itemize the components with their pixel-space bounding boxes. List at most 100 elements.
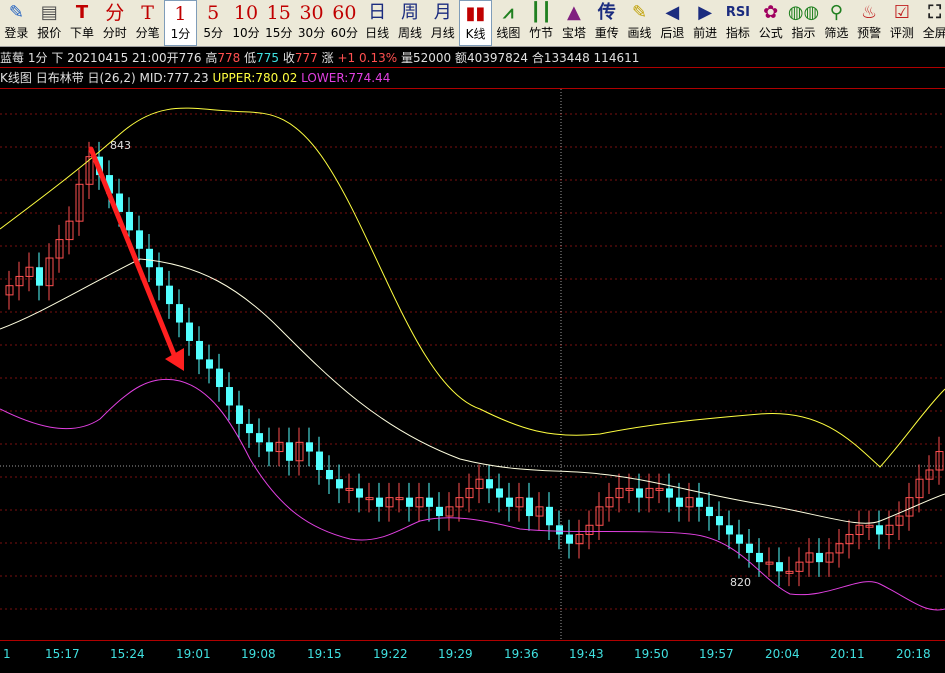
period-30min-button[interactable]: 30 30分: [295, 0, 328, 46]
time-tick-label: 15:17: [45, 647, 80, 661]
candle-down: [746, 543, 753, 553]
candle-down: [146, 248, 153, 268]
chart-type-label[interactable]: K线图: [0, 71, 32, 85]
bamboo-button[interactable]: ┃┃ 竹节: [525, 0, 558, 46]
formula-icon: ✿: [763, 2, 779, 23]
time-tick-label: 19:36: [504, 647, 539, 661]
kline-icon: ▮▮: [465, 3, 486, 24]
period-15min-label: 15分: [265, 26, 293, 40]
candle-down: [506, 497, 513, 507]
change-label: 涨: [321, 51, 334, 65]
period-month-icon: 月: [433, 2, 452, 23]
low-value: 775: [256, 51, 280, 65]
volume-value: 52000: [412, 51, 452, 65]
extra-value: 114611: [593, 51, 640, 65]
candle-down: [756, 552, 763, 563]
indicator-name[interactable]: 日布林带: [36, 71, 84, 85]
candle-down: [226, 387, 233, 406]
period-5min-label: 5分: [203, 26, 223, 40]
time-tick-label: 19:57: [699, 647, 734, 661]
low-mark-label: 820: [730, 576, 751, 589]
back-button[interactable]: ◀ 后退: [656, 0, 689, 46]
reload-button[interactable]: 传重传: [590, 0, 623, 46]
low-label: 低: [244, 51, 257, 65]
candle-down: [876, 525, 883, 535]
forward-button[interactable]: ▶ 前进: [689, 0, 722, 46]
period-10min-button[interactable]: 10 10分: [230, 0, 263, 46]
order-label: 下单: [69, 26, 94, 40]
period-week-label: 周线: [397, 26, 422, 40]
candle-down: [36, 267, 43, 286]
high-label: 高: [205, 51, 218, 65]
indicator-button[interactable]: RSI 指标: [722, 0, 755, 46]
fullscreen-button[interactable]: ⛶ 全屏: [918, 0, 945, 46]
back-label: 后退: [660, 26, 685, 40]
filter-icon: ⚲: [829, 2, 843, 23]
linechart-icon: ⩘: [503, 2, 514, 23]
period-15min-button[interactable]: 15 15分: [262, 0, 295, 46]
mid-label: MID:: [139, 71, 167, 85]
candle-down: [556, 525, 563, 535]
time-tick-label: 15:24: [110, 647, 145, 661]
tick-button[interactable]: T 分笔: [131, 0, 164, 46]
candle-down: [196, 340, 203, 360]
bamboo-icon: ┃┃: [530, 2, 552, 23]
kline-chart[interactable]: [0, 89, 945, 640]
period-60min-label: 60分: [330, 26, 358, 40]
indicate-icon: ◍◍: [787, 2, 820, 23]
draw-icon: ✎: [631, 2, 648, 23]
period-1min-button[interactable]: 1 1分: [163, 0, 197, 46]
login-button[interactable]: ✎ 登录: [0, 0, 33, 46]
time-tick-label: 19:43: [569, 647, 604, 661]
lower-value: 774.44: [348, 71, 391, 85]
draw-button[interactable]: ✎ 画线: [623, 0, 656, 46]
period-5min-button[interactable]: 5 5分: [197, 0, 230, 46]
kline-button[interactable]: ▮▮ K线: [459, 0, 492, 46]
period-10min-icon: 10: [233, 2, 259, 24]
alert-button[interactable]: ♨ 预警: [853, 0, 886, 46]
candle-down: [776, 562, 783, 572]
candle-down: [726, 525, 733, 535]
high-value: 778: [217, 51, 241, 65]
period-month-button[interactable]: 月月线: [426, 0, 459, 46]
tower-button[interactable]: ▲ 宝塔: [558, 0, 591, 46]
period-name: 1分: [27, 51, 48, 65]
formula-button[interactable]: ✿ 公式: [754, 0, 787, 46]
timeshare-icon: 分: [105, 2, 125, 24]
period-month-label: 月线: [430, 26, 455, 40]
candle-down: [676, 497, 683, 507]
period-1min-icon: 1: [174, 3, 187, 25]
timeshare-button[interactable]: 分分时: [98, 0, 131, 46]
close-label: 收: [282, 51, 295, 65]
indicator-icon: RSI: [725, 5, 751, 20]
candle-down: [306, 442, 313, 452]
timeshare-label: 分时: [102, 26, 127, 40]
candle-down: [526, 497, 533, 517]
candle-down: [696, 497, 703, 507]
period-1min-label: 1分: [170, 27, 191, 41]
period-week-button[interactable]: 周周线: [394, 0, 427, 46]
indicate-button[interactable]: ◍◍ 指示: [787, 0, 820, 46]
linechart-button[interactable]: ⩘ 线图: [492, 0, 525, 46]
indicator-scope: 日(26,2): [87, 71, 136, 85]
high-mark-label: 843: [110, 139, 131, 152]
period-60min-button[interactable]: 60 60分: [328, 0, 361, 46]
fullscreen-label: 全屏: [922, 26, 945, 40]
order-button[interactable]: T 下单: [66, 0, 99, 46]
evaluate-button[interactable]: ☑ 评测: [886, 0, 919, 46]
time-tick-label: 19:29: [438, 647, 473, 661]
kline-label: K线: [465, 27, 486, 41]
candle-down: [486, 479, 493, 489]
period-15min-icon: 15: [266, 2, 291, 24]
quote-info-line: 蓝莓 1分 下 20210415 21:00开776 高778 低775 收77…: [0, 48, 945, 68]
filter-button[interactable]: ⚲ 筛选: [820, 0, 853, 46]
candle-down: [406, 497, 413, 507]
tower-label: 宝塔: [561, 26, 586, 40]
open-label: 开: [166, 51, 179, 65]
reload-icon: 传: [597, 2, 616, 23]
candle-down: [376, 497, 383, 507]
forward-label: 前进: [693, 26, 718, 40]
period-day-button[interactable]: 日日线: [361, 0, 394, 46]
mid-band-line: [0, 258, 945, 524]
quote-button[interactable]: ▤ 报价: [33, 0, 66, 46]
